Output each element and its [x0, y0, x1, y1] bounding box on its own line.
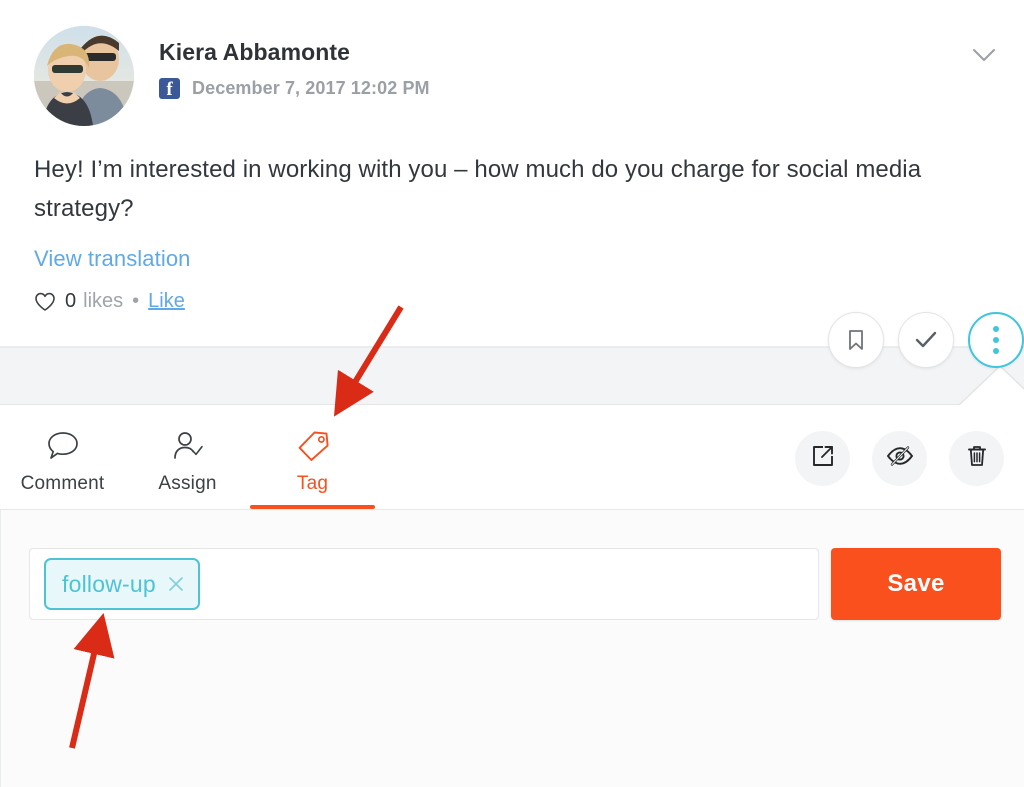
- message-header: Kiera Abbamonte f December 7, 2017 12:02…: [34, 26, 430, 126]
- author-name: Kiera Abbamonte: [159, 39, 351, 65]
- open-external-button[interactable]: [795, 431, 850, 486]
- popover-notch: [960, 367, 1024, 405]
- chevron-down-icon[interactable]: [966, 42, 1002, 66]
- close-icon[interactable]: [166, 574, 186, 594]
- facebook-letter: f: [166, 79, 173, 100]
- trash-icon: [963, 442, 991, 475]
- tab-group: Comment Assign Tag: [0, 405, 375, 509]
- likes-label: likes: [83, 290, 124, 312]
- message-detail-panel: Kiera Abbamonte f December 7, 2017 12:02…: [0, 0, 1024, 787]
- tag-chip[interactable]: follow-up: [44, 558, 200, 610]
- comment-bubble-icon: [45, 426, 81, 466]
- more-options-button[interactable]: [968, 312, 1024, 368]
- view-translation-link[interactable]: View translation: [34, 246, 191, 272]
- author-block: Kiera Abbamonte f December 7, 2017 12:02…: [159, 26, 430, 99]
- user-check-icon: [170, 426, 206, 466]
- message-timestamp: December 7, 2017 12:02 PM: [192, 78, 430, 98]
- message-body: Hey! I’m interested in working with you …: [34, 156, 922, 222]
- tag-editor-pane: follow-up Save: [0, 510, 1024, 787]
- delete-button[interactable]: [949, 431, 1004, 486]
- tab-comment[interactable]: Comment: [0, 405, 125, 509]
- round-action-group: [828, 312, 1024, 368]
- action-toolbar: Comment Assign Tag: [0, 405, 1024, 510]
- message-meta: f December 7, 2017 12:02 PM: [159, 78, 430, 99]
- complete-button[interactable]: [898, 312, 954, 368]
- tab-assign[interactable]: Assign: [125, 405, 250, 509]
- tab-tag[interactable]: Tag: [250, 405, 375, 509]
- bookmark-button[interactable]: [828, 312, 884, 368]
- avatar: [34, 26, 134, 126]
- likes-row: 0 likes • Like: [34, 290, 185, 313]
- eye-off-icon: [885, 442, 915, 475]
- hide-button[interactable]: [872, 431, 927, 486]
- save-button[interactable]: Save: [831, 548, 1001, 620]
- external-link-icon: [809, 442, 837, 475]
- facebook-icon: f: [159, 78, 180, 99]
- heart-icon[interactable]: [34, 291, 56, 313]
- like-count: 0: [65, 290, 77, 312]
- tag-input[interactable]: follow-up: [29, 548, 819, 620]
- tab-comment-label: Comment: [20, 472, 105, 494]
- toolbar-right-tools: [795, 431, 1004, 486]
- tab-assign-label: Assign: [158, 472, 217, 494]
- tab-indicator: [250, 505, 375, 509]
- more-vertical-icon: [993, 326, 999, 354]
- tab-tag-label: Tag: [296, 472, 329, 494]
- tag-icon: [295, 426, 331, 466]
- separator-dot: •: [132, 290, 140, 312]
- like-button[interactable]: Like: [148, 290, 185, 313]
- tag-chip-label: follow-up: [62, 570, 156, 597]
- message-card: Kiera Abbamonte f December 7, 2017 12:02…: [0, 0, 1024, 347]
